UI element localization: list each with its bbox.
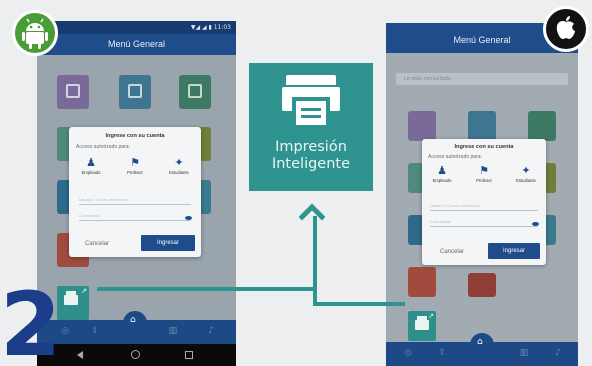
bell-icon[interactable]: ♪ xyxy=(552,348,564,358)
arrow-icon: ↗ xyxy=(428,312,434,320)
menu-tile[interactable] xyxy=(468,273,496,297)
upload-icon[interactable]: ⇪ xyxy=(89,326,101,336)
show-password-icon[interactable] xyxy=(532,222,539,226)
show-password-icon[interactable] xyxy=(185,216,192,220)
role-selector: ♟ Empleado ⚑ Profesor ✦ Estudiante xyxy=(79,156,191,176)
cancel-button[interactable]: Cancelar xyxy=(77,241,117,247)
back-icon[interactable] xyxy=(77,351,83,359)
chart-icon[interactable]: ▥ xyxy=(167,326,179,336)
role-teacher[interactable]: ⚑ Profesor xyxy=(123,156,147,176)
menu-tile[interactable] xyxy=(528,111,556,141)
step-number: 2 xyxy=(0,273,61,366)
bottom-tab-bar: ◎ ⇪ ⌂ ▥ ♪ xyxy=(386,333,578,366)
menu-tile[interactable] xyxy=(179,75,211,109)
menu-tile[interactable] xyxy=(119,75,151,109)
employee-icon: ♟ xyxy=(86,156,96,169)
menu-tile[interactable] xyxy=(468,111,496,141)
username-field[interactable]: Usuario / Correo electrónico xyxy=(430,203,538,211)
role-employee[interactable]: ♟ Empleado xyxy=(79,156,103,176)
home-tab[interactable]: ⌂ xyxy=(123,311,147,331)
smart-print-feature: Impresión Inteligente xyxy=(249,63,373,191)
student-icon: ✦ xyxy=(174,156,184,169)
login-button[interactable]: Ingresar xyxy=(488,243,540,259)
connector-line-left xyxy=(97,287,316,291)
document-icon xyxy=(128,84,142,98)
up-arrow-icon xyxy=(299,203,325,221)
smart-print-tile[interactable]: ↗ xyxy=(57,286,89,320)
feature-title-line1: Impresión xyxy=(275,139,347,155)
smart-print-tile[interactable]: ↗ xyxy=(408,311,436,341)
role-selector: ♟ Empleado ⚑ Profesor ✦ Estudiante xyxy=(430,164,538,184)
menu-tile[interactable] xyxy=(408,267,436,297)
password-field[interactable]: Contraseña xyxy=(430,219,538,227)
apple-logo-icon xyxy=(543,6,589,52)
login-dialog: Ingrese con su cuenta Acceso autorizado … xyxy=(69,127,201,257)
arrow-icon: ↗ xyxy=(81,287,87,295)
status-bar: ▼◢ ◢ ▮ 11:03 xyxy=(37,21,236,34)
android-logo-icon xyxy=(12,10,58,56)
password-field[interactable]: Contraseña xyxy=(79,213,191,221)
feature-title-line2: Inteligente xyxy=(271,156,351,172)
connector-line-vertical xyxy=(313,216,317,306)
teacher-icon: ⚑ xyxy=(130,156,140,169)
connector-line-right xyxy=(313,302,405,306)
dialog-subtitle: Acceso autorizado para: xyxy=(428,154,482,160)
role-student[interactable]: ✦ Estudiante xyxy=(167,156,191,176)
login-button[interactable]: Ingresar xyxy=(141,235,195,251)
home-circle-icon[interactable] xyxy=(131,350,140,359)
home-icon: ⌂ xyxy=(477,337,483,347)
printer-icon xyxy=(282,75,340,129)
bell-icon[interactable]: ♪ xyxy=(205,326,217,336)
dialog-title: Ingrese con su cuenta xyxy=(454,144,514,150)
teacher-icon: ⚑ xyxy=(479,164,489,177)
android-nav-bar xyxy=(37,344,236,366)
login-dialog: Ingrese con su cuenta Acceso autorizado … xyxy=(422,139,546,265)
globe-icon[interactable]: ◎ xyxy=(59,326,71,336)
role-teacher[interactable]: ⚑ Profesor xyxy=(472,164,496,184)
recent-apps-icon[interactable] xyxy=(185,351,193,359)
search-input[interactable]: Lo más consultado xyxy=(396,73,568,85)
role-employee[interactable]: ♟ Empleado xyxy=(430,164,454,184)
cancel-button[interactable]: Cancelar xyxy=(432,249,472,255)
bottom-tab-bar: ◎ ⇪ ⌂ ▥ ♪ xyxy=(37,311,236,344)
chart-icon[interactable]: ▥ xyxy=(518,348,530,358)
student-icon: ✦ xyxy=(521,164,531,177)
username-field[interactable]: Usuario / Correo electrónico xyxy=(79,197,191,205)
card-icon xyxy=(188,84,202,98)
employee-icon: ♟ xyxy=(437,164,447,177)
globe-icon[interactable]: ◎ xyxy=(402,348,414,358)
menu-tile[interactable] xyxy=(408,111,436,141)
app-title: Menú General xyxy=(37,34,236,55)
dialog-subtitle: Acceso autorizado para: xyxy=(76,144,130,150)
ios-phone-screenshot: Menú General Lo más consultado ↗ Ingrese… xyxy=(386,23,578,366)
upload-icon[interactable]: ⇪ xyxy=(436,348,448,358)
home-icon: ⌂ xyxy=(130,315,136,325)
home-tab[interactable]: ⌂ xyxy=(470,333,494,353)
menu-tile[interactable] xyxy=(57,75,89,109)
android-phone-screenshot: ▼◢ ◢ ▮ 11:03 Menú General ↗ Ingrese con … xyxy=(37,21,236,366)
profile-icon xyxy=(66,84,80,98)
role-student[interactable]: ✦ Estudiante xyxy=(514,164,538,184)
dialog-title: Ingrese con su cuenta xyxy=(105,133,165,139)
